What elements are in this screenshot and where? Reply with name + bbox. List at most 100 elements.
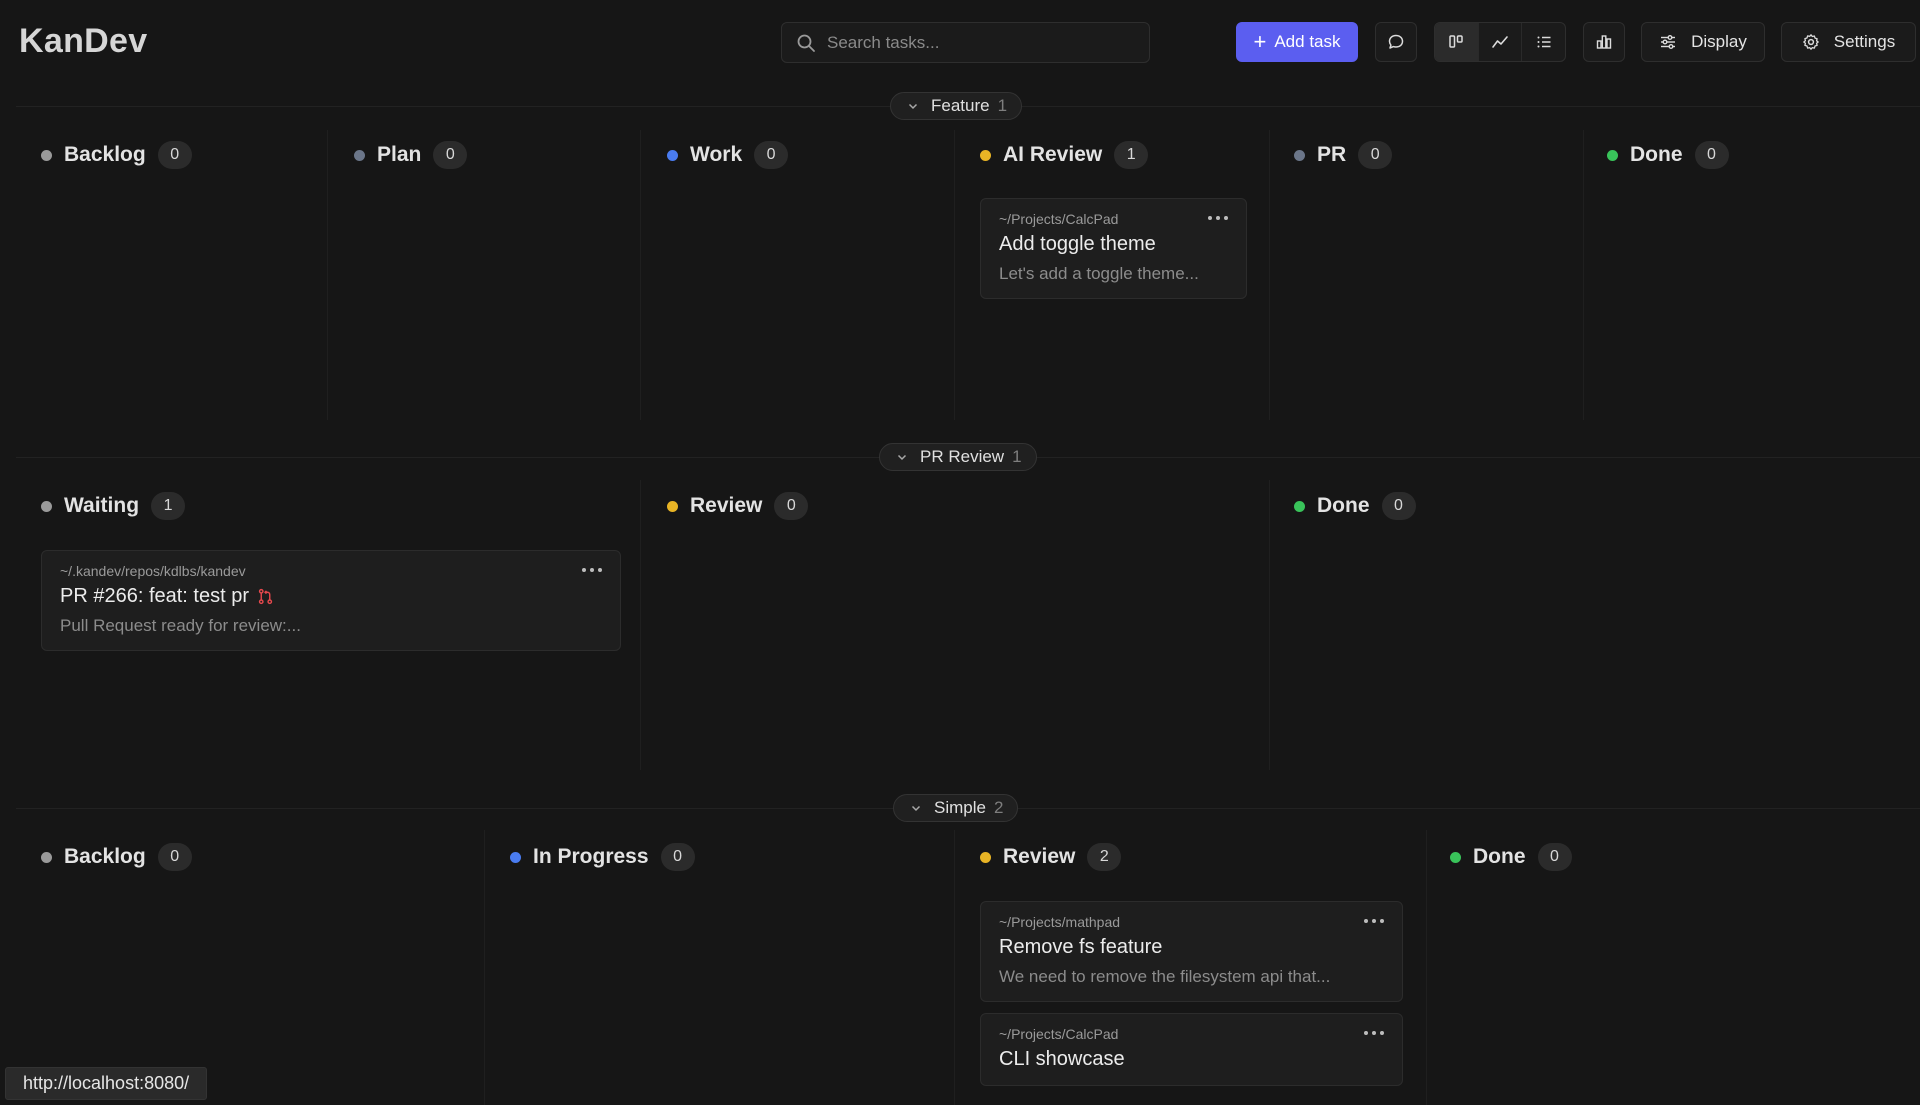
card-description: Let's add a toggle theme...: [999, 264, 1199, 283]
column-header-pr: PR 0: [1294, 141, 1393, 169]
chevron-down-icon: [897, 454, 907, 461]
column-header-waiting: Waiting 1: [41, 492, 186, 520]
column-title: Work: [690, 143, 743, 166]
group-name: PR Review: [920, 447, 1005, 466]
group-toggle-simple[interactable]: Simple 2: [893, 794, 1019, 822]
card-description: We need to remove the filesystem api tha…: [999, 967, 1331, 986]
card-title-text: Add toggle theme: [999, 233, 1156, 255]
task-card[interactable]: ~/Projects/mathpad Remove fs feature We …: [980, 901, 1403, 1002]
display-button[interactable]: Display: [1641, 22, 1765, 62]
count-badge: 2: [1087, 843, 1122, 871]
column-header-work: Work 0: [667, 141, 789, 169]
column-header-backlog: Backlog 0: [41, 141, 192, 169]
count-badge: 0: [1694, 141, 1729, 169]
group-name: Feature: [931, 96, 990, 115]
status-dot: [1294, 149, 1305, 161]
more-options-icon[interactable]: [1364, 916, 1384, 926]
bar-chart-icon: [1596, 35, 1612, 49]
count-badge: 1: [1114, 141, 1149, 169]
count-badge: 0: [1537, 843, 1572, 871]
card-title-text: PR #266: feat: test pr: [60, 585, 249, 607]
task-card[interactable]: ~/Projects/CalcPad CLI showcase: [980, 1013, 1403, 1086]
trend-line-icon: [1492, 36, 1508, 48]
count-badge: 0: [1381, 492, 1416, 520]
display-label: Display: [1691, 32, 1747, 51]
kanban-view-button[interactable]: [1435, 23, 1478, 61]
stats-button[interactable]: [1583, 22, 1625, 62]
group-count: 2: [993, 798, 1004, 817]
search-input[interactable]: [827, 32, 1127, 53]
search-icon: [797, 34, 815, 52]
column-header-review: Review 2: [980, 843, 1122, 871]
view-switcher: [1434, 22, 1566, 62]
count-badge: 0: [433, 141, 468, 169]
column-title: AI Review: [1003, 143, 1103, 166]
column-separator: [1583, 130, 1584, 420]
settings-button[interactable]: Settings: [1781, 22, 1916, 62]
status-dot: [667, 500, 678, 512]
column-title: Done: [1473, 845, 1526, 868]
chat-button[interactable]: [1375, 22, 1417, 62]
more-options-icon[interactable]: [582, 565, 602, 575]
list-view-button[interactable]: [1521, 23, 1565, 61]
status-dot: [510, 851, 521, 863]
column-header-done: Done 0: [1294, 492, 1416, 520]
search-box[interactable]: [781, 22, 1150, 63]
column-separator: [640, 480, 641, 770]
pull-request-icon: [258, 588, 273, 605]
settings-label: Settings: [1833, 32, 1896, 51]
more-options-icon[interactable]: [1208, 213, 1228, 223]
count-badge: 0: [660, 843, 695, 871]
column-header-done: Done 0: [1450, 843, 1572, 871]
graph-view-button[interactable]: [1477, 23, 1522, 61]
kanban-icon: [1449, 35, 1464, 48]
more-options-icon[interactable]: [1364, 1028, 1384, 1038]
status-dot: [667, 149, 678, 161]
card-title-text: CLI showcase: [999, 1048, 1125, 1070]
status-dot: [41, 500, 52, 512]
count-badge: 0: [1358, 141, 1393, 169]
column-title: Review: [1003, 845, 1076, 868]
column-title: Backlog: [64, 143, 146, 166]
top-bar: KanDev + Add task Display Settings: [0, 0, 1920, 84]
add-task-label: Add task: [1274, 32, 1341, 51]
column-title: Review: [690, 494, 763, 517]
column-separator: [640, 130, 641, 420]
task-card[interactable]: ~/Projects/CalcPad Add toggle theme Let'…: [980, 198, 1247, 299]
task-card[interactable]: ~/.kandev/repos/kdlbs/kandev PR #266: fe…: [41, 550, 621, 651]
column-header-in-progress: In Progress 0: [510, 843, 695, 871]
column-title: Plan: [377, 143, 422, 166]
card-description: Pull Request ready for review:...: [60, 616, 301, 635]
group-toggle-feature[interactable]: Feature 1: [890, 92, 1023, 120]
add-task-button[interactable]: + Add task: [1236, 22, 1358, 62]
column-separator: [1426, 830, 1427, 1105]
group-name: Simple: [934, 798, 986, 817]
chevron-down-icon: [908, 103, 918, 110]
count-badge: 0: [157, 141, 192, 169]
column-separator: [484, 830, 485, 1105]
column-separator: [954, 130, 955, 420]
chevron-down-icon: [911, 805, 921, 812]
column-separator: [327, 130, 328, 420]
column-header-review: Review 0: [667, 492, 809, 520]
card-title-text: Remove fs feature: [999, 936, 1163, 958]
card-title: Remove fs feature: [999, 936, 1384, 959]
column-header-ai-review: AI Review 1: [980, 141, 1149, 169]
card-repo-path: ~/Projects/CalcPad: [999, 211, 1119, 227]
plus-icon: +: [1253, 29, 1267, 54]
column-header-done: Done 0: [1607, 141, 1729, 169]
list-icon: [1537, 36, 1551, 48]
column-separator: [1269, 130, 1270, 420]
column-separator: [954, 830, 955, 1105]
status-dot: [1607, 149, 1618, 161]
status-dot: [41, 851, 52, 863]
gear-icon: [1802, 34, 1819, 50]
chat-bubble-icon: [1388, 34, 1404, 49]
group-toggle-pr-review[interactable]: PR Review 1: [879, 443, 1037, 471]
status-dot: [980, 149, 991, 161]
count-badge: 0: [754, 141, 789, 169]
group-count: 1: [997, 96, 1008, 115]
app-logo[interactable]: KanDev: [19, 22, 147, 61]
column-title: Waiting: [64, 494, 140, 517]
count-badge: 1: [151, 492, 186, 520]
